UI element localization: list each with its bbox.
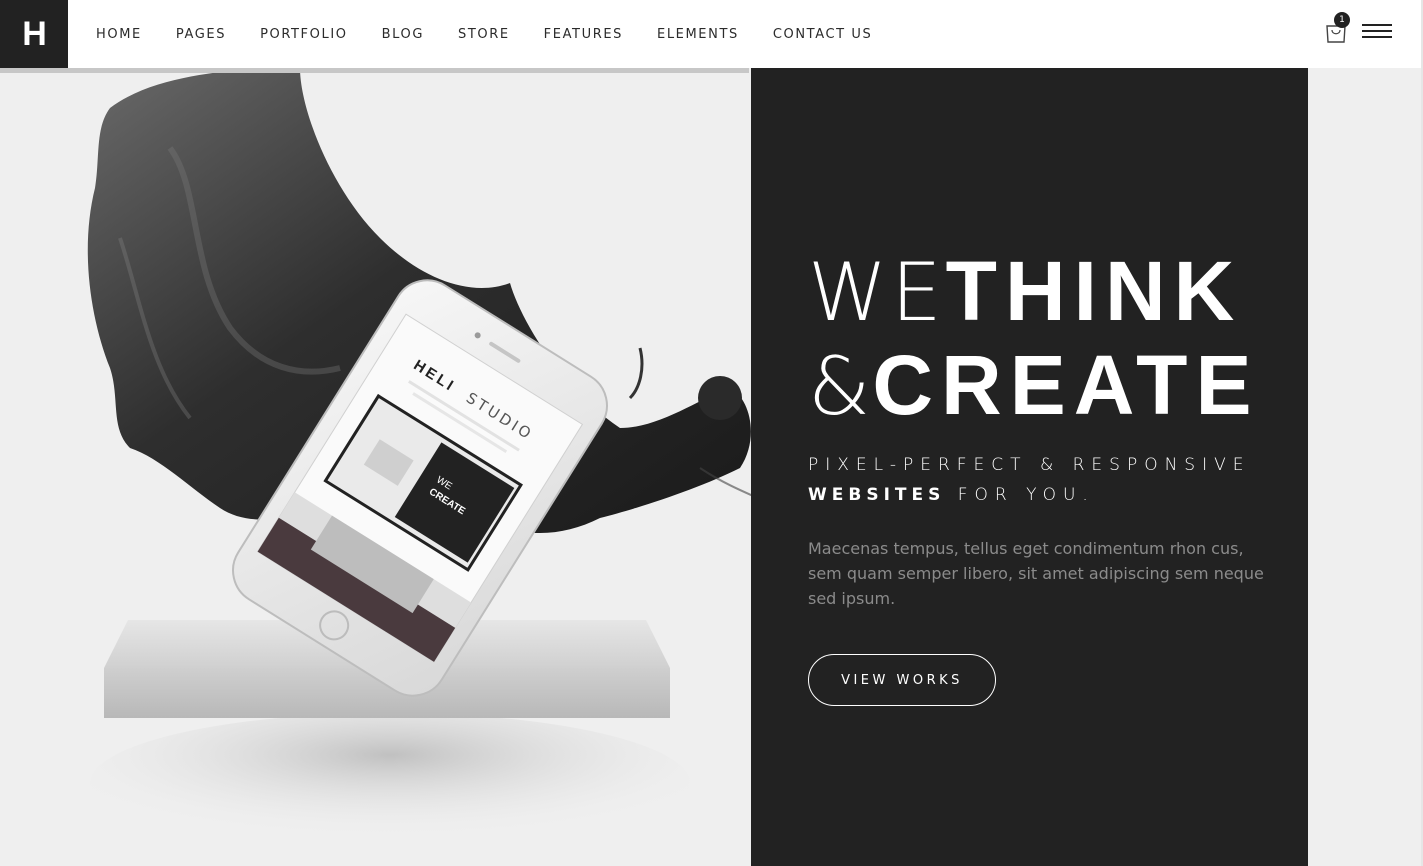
- slider-progress-bar: [0, 68, 749, 73]
- nav-item-store[interactable]: STORE: [458, 27, 510, 42]
- nav-item-home[interactable]: HOME: [96, 27, 142, 42]
- cart-count-badge: 1: [1334, 12, 1350, 28]
- nav-item-elements[interactable]: ELEMENTS: [657, 27, 739, 42]
- tagline-line-1: PIXEL-PERFECT & RESPONSIVE: [808, 455, 1251, 475]
- nav-item-contact-us[interactable]: CONTACT US: [773, 27, 873, 42]
- hero-description: Maecenas tempus, tellus eget condimentum…: [808, 539, 1264, 608]
- paint-splash-phone-illustration: HELI STUDIO WE CREATE: [87, 68, 751, 853]
- nav-item-portfolio[interactable]: PORTFOLIO: [260, 27, 348, 42]
- nav-item-features[interactable]: FEATURES: [544, 27, 623, 42]
- tagline-bold-websites: WEBSITES: [808, 485, 946, 505]
- hamburger-menu-icon[interactable]: [1362, 24, 1392, 38]
- site-header: H HOME PAGES PORTFOLIO BLOG STORE FEATUR…: [0, 0, 1423, 68]
- nav-item-blog[interactable]: BLOG: [382, 27, 424, 42]
- nav-item-pages[interactable]: PAGES: [176, 27, 226, 42]
- side-strip: [1308, 68, 1423, 866]
- logo[interactable]: H: [0, 0, 68, 68]
- headline-bold-create: CREATE: [872, 338, 1260, 432]
- headline-thin-we: WE: [808, 246, 946, 339]
- tagline-rest: FOR YOU.: [957, 485, 1095, 505]
- hero-visual: HELI STUDIO WE CREATE: [0, 68, 751, 866]
- hero-tagline: PIXEL-PERFECT & RESPONSIVE WEBSITES FOR …: [808, 450, 1250, 510]
- view-works-button[interactable]: VIEW WORKS: [808, 654, 996, 706]
- headline-thin-ampersand: &: [808, 340, 873, 433]
- headline-bold-think: THINK: [945, 244, 1243, 338]
- main-nav: HOME PAGES PORTFOLIO BLOG STORE FEATURES…: [96, 0, 906, 68]
- hero-headline: WETHINK &CREATE: [808, 245, 1260, 433]
